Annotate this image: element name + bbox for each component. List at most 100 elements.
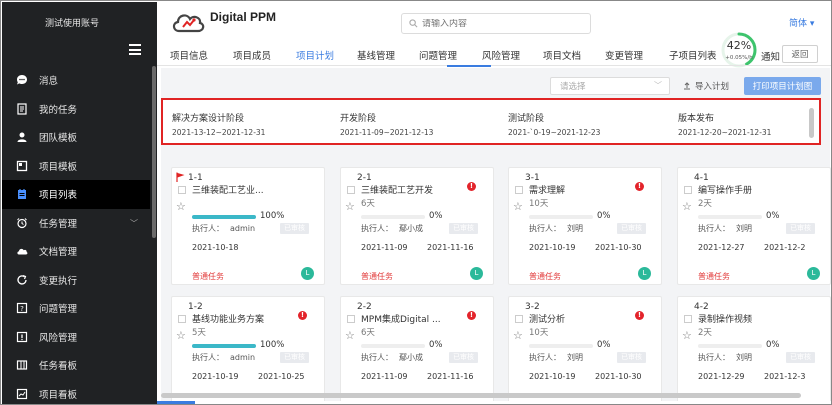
search-icon: [409, 19, 418, 28]
sidebar-item-10[interactable]: 任务看板: [2, 351, 150, 380]
sidebar-scrollbar[interactable]: [152, 66, 156, 238]
phase-item[interactable]: 开发阶段 2021-11-09~2021-12-13: [340, 111, 433, 137]
avatar[interactable]: L: [807, 267, 820, 280]
back-button[interactable]: 返回: [782, 45, 818, 63]
task-card[interactable]: 2-2! MPM集成Digital ... ☆ 6天 0% 执行人： 鄢小成 已审核 2021-…: [340, 296, 494, 404]
sidebar-item-8[interactable]: ? 问题管理: [2, 294, 150, 323]
search-box[interactable]: [401, 13, 591, 34]
import-plan-label: 导入计划: [694, 82, 729, 92]
star-icon[interactable]: ☆: [513, 329, 523, 342]
task-title[interactable]: 录制操作视频: [698, 312, 788, 325]
task-title[interactable]: 需求理解: [529, 183, 619, 196]
phase-strip: 解决方案设计阶段 2021-13-12~2021-12-31 开发阶段 2021-11…: [161, 98, 821, 145]
tab-3[interactable]: 基线管理: [357, 48, 395, 62]
sidebar-item-0[interactable]: 消息: [2, 66, 150, 95]
sidebar-item-2[interactable]: 团队模板: [2, 123, 150, 152]
phase-item[interactable]: 测试阶段 2021-`0-19~2021-12-23: [508, 111, 600, 137]
sidebar-item-5[interactable]: 任务管理 ﹀: [2, 209, 150, 238]
sidebar-item-3[interactable]: 项目模板: [2, 152, 150, 181]
task-checkbox[interactable]: [347, 186, 355, 194]
import-plan-button[interactable]: 导入计划: [679, 77, 733, 95]
tab-5[interactable]: 风险管理: [482, 48, 520, 62]
language-selector[interactable]: 简体 ▾: [789, 16, 814, 29]
notice-tab[interactable]: 通知: [761, 49, 780, 63]
task-title[interactable]: MPM集成Digital ...: [361, 312, 451, 325]
task-checkbox[interactable]: [515, 315, 523, 323]
task-start-date: 2021-12-27: [698, 243, 745, 252]
tab-6[interactable]: 项目文档: [543, 48, 581, 62]
star-icon[interactable]: ☆: [176, 329, 186, 342]
avatar[interactable]: L: [638, 267, 651, 280]
sidebar-item-label: 我的任务: [39, 104, 78, 116]
brand-title: Digital PPM: [210, 10, 277, 24]
status-badge: 已审核: [280, 223, 309, 234]
task-title[interactable]: 三维装配工艺开发: [361, 183, 451, 196]
avatar[interactable]: L: [470, 267, 483, 280]
phase-scrollbar[interactable]: [809, 108, 814, 138]
task-checkbox[interactable]: [178, 186, 186, 194]
task-checkbox[interactable]: [684, 186, 692, 194]
task-title[interactable]: 编写操作手册: [698, 183, 788, 196]
star-icon[interactable]: ☆: [345, 329, 355, 342]
app-window: 测试使用账号 消息 我的任务 团队模板 项目模板 项目列表 任务管理 ﹀ 文档管理 变更执行? 问…: [0, 0, 832, 405]
print-plan-button[interactable]: 打印项目计划图: [744, 77, 821, 95]
task-card[interactable]: 2-1! 三维装配工艺开发 ☆ 6天 0% 执行人： 鄢小成 已审核 2021-11-09 202…: [340, 167, 494, 285]
task-card[interactable]: 1-1 三维装配工艺业... ☆ 100% 执行人： admin 已审核 2021-10-18…: [171, 167, 325, 285]
task-progress-text: 0%: [429, 211, 443, 221]
task-title[interactable]: 基线功能业务方案: [192, 312, 282, 325]
sidebar-item-4[interactable]: 项目列表: [2, 180, 150, 209]
chat-bubble-icon: [15, 73, 29, 87]
task-checkbox[interactable]: [178, 315, 186, 323]
phase-item[interactable]: 解决方案设计阶段 2021-13-12~2021-12-31: [172, 111, 265, 137]
star-icon[interactable]: ☆: [682, 200, 692, 213]
executor-name: 鄢小成: [399, 224, 423, 233]
phase-dates: 2021-12-20~2021-12-31: [678, 128, 772, 137]
tab-2[interactable]: 项目计划: [296, 48, 334, 62]
avatar[interactable]: L: [301, 267, 314, 280]
phase-item[interactable]: 版本发布 2021-12-20~2021-12-31: [678, 111, 771, 137]
tab-7[interactable]: 变更管理: [605, 48, 643, 62]
task-code: 1-2: [188, 302, 203, 312]
task-progress-bar: [192, 344, 256, 348]
sidebar-item-6[interactable]: 文档管理: [2, 237, 150, 266]
tab-8[interactable]: 子项目列表: [669, 48, 717, 62]
task-title[interactable]: 三维装配工艺业...: [192, 183, 282, 196]
sidebar-item-1[interactable]: 我的任务: [2, 95, 150, 124]
task-progress-text: 0%: [766, 211, 780, 221]
task-code: 2-1: [357, 173, 372, 183]
tab-0[interactable]: 项目信息: [170, 48, 208, 62]
task-card[interactable]: 1-2! 基线功能业务方案 ☆ 5天 100% 执行人： admin 已审核 2021-10-1…: [171, 296, 325, 404]
search-input[interactable]: [422, 18, 582, 29]
task-checkbox[interactable]: [347, 315, 355, 323]
task-code: 3-2: [525, 302, 540, 312]
task-card[interactable]: 4-2 录制操作视频 ☆ 2天 0% 执行人： 刘明 已审核 2021-12-29 2021-12…: [677, 296, 831, 404]
sidebar-item-label: 任务管理: [39, 218, 78, 230]
star-icon[interactable]: ☆: [513, 200, 523, 213]
task-progress-text: 100%: [260, 211, 285, 221]
task-code: 2-2: [357, 302, 372, 312]
task-end-date: 2021-11-16: [427, 372, 474, 381]
horizontal-scrollbar[interactable]: [161, 393, 801, 398]
task-executor: 执行人： 刘明: [529, 352, 583, 363]
sidebar-item-9[interactable]: 风险管理: [2, 323, 150, 352]
menu-toggle-icon[interactable]: [129, 44, 141, 55]
task-card[interactable]: 3-2! 测试分析 ☆ 10天 0% 执行人： 刘明 已审核 2021-10-19 2021-10…: [508, 296, 662, 404]
task-checkbox[interactable]: [684, 315, 692, 323]
plan-filter-select[interactable]: 请选择 ﹀: [550, 77, 670, 95]
task-code: 4-1: [694, 173, 709, 183]
star-icon[interactable]: ☆: [345, 200, 355, 213]
sidebar-item-label: 文档管理: [39, 247, 78, 259]
task-checkbox[interactable]: [515, 186, 523, 194]
sidebar-item-11[interactable]: 项目看板: [2, 380, 150, 405]
executor-label: 执行人：: [529, 224, 561, 233]
task-end-date: 2021-11-16: [427, 243, 474, 252]
tab-4[interactable]: 问题管理: [419, 48, 457, 62]
task-card[interactable]: 3-1! 需求理解 ☆ 10天 0% 执行人： 刘明 已审核 2021-10-19 2021-10…: [508, 167, 662, 285]
tab-1[interactable]: 项目成员: [233, 48, 271, 62]
task-card[interactable]: 4-1 编写操作手册 ☆ 2天 0% 执行人： 刘明 已审核 2021-12-27 2021-12…: [677, 167, 831, 285]
star-icon[interactable]: ☆: [682, 329, 692, 342]
star-icon[interactable]: ☆: [176, 200, 186, 213]
sidebar-item-7[interactable]: 变更执行: [2, 266, 150, 295]
task-title[interactable]: 测试分析: [529, 312, 619, 325]
select-placeholder: 请选择: [560, 82, 586, 92]
